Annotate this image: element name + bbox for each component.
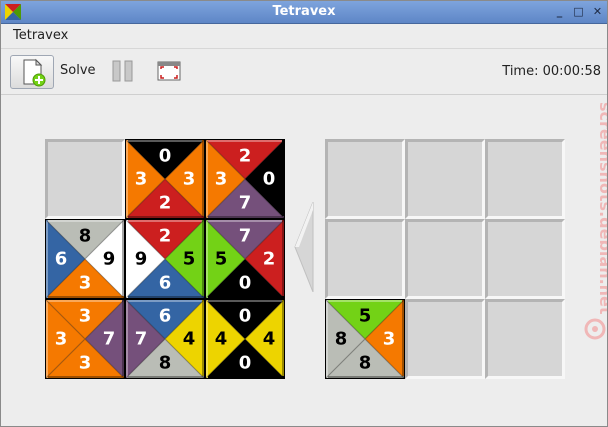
tile-number-w: 7 <box>135 329 148 350</box>
tile-number-n: 8 <box>79 226 92 247</box>
tray-empty-slot[interactable] <box>405 299 485 379</box>
watermark-text: screenshots.debian.net <box>596 102 607 315</box>
board-tile[interactable]: 0323 <box>125 139 205 219</box>
tile-number-w: 4 <box>215 329 228 350</box>
close-icon[interactable]: ✕ <box>591 5 604 19</box>
board-tile[interactable]: 3733 <box>45 299 125 379</box>
tile-number-s: 0 <box>239 273 252 294</box>
tile-number-n: 0 <box>239 306 252 327</box>
tile-tray: 5388 <box>325 139 565 379</box>
elapsed-time: Time: 00:00:58 <box>502 64 601 79</box>
tray-empty-slot[interactable] <box>325 139 405 219</box>
board-tile[interactable]: 6487 <box>125 299 205 379</box>
puzzle-board: 03232073893625697205373364870404 <box>45 139 285 379</box>
tile-number-w: 3 <box>215 169 228 190</box>
tile-number-e: 9 <box>103 249 116 270</box>
tile-number-e: 7 <box>103 329 116 350</box>
board-tile[interactable]: 7205 <box>205 219 285 299</box>
title-bar: Tetravex _ □ ✕ <box>1 1 607 24</box>
toolbar: Solve Time: 00:00:58 <box>1 48 607 95</box>
tray-empty-slot[interactable] <box>485 139 565 219</box>
maximize-icon[interactable]: □ <box>572 5 585 19</box>
tetravex-window: Tetravex _ □ ✕ Tetravex Solve Time: 00:0… <box>0 0 608 427</box>
tray-empty-slot[interactable] <box>485 219 565 299</box>
tile-number-n: 7 <box>239 226 252 247</box>
tile-number-s: 0 <box>239 353 252 374</box>
tile-number-w: 3 <box>55 329 68 350</box>
tile-number-n: 2 <box>239 146 252 167</box>
tile-number-w: 3 <box>135 169 148 190</box>
tile-number-s: 6 <box>159 273 172 294</box>
fullscreen-icon <box>157 61 181 81</box>
new-game-button[interactable] <box>10 55 54 89</box>
tray-empty-slot[interactable] <box>405 219 485 299</box>
window-title: Tetravex <box>272 4 336 19</box>
tile-number-e: 4 <box>183 329 196 350</box>
tray-empty-slot[interactable] <box>485 299 565 379</box>
tile-number-n: 3 <box>79 306 92 327</box>
solve-button[interactable]: Solve <box>60 63 96 78</box>
tile-number-e: 3 <box>383 329 396 350</box>
tile-number-w: 6 <box>55 249 68 270</box>
tray-empty-slot[interactable] <box>325 219 405 299</box>
tile-number-n: 2 <box>159 226 172 247</box>
board-tile[interactable]: 2569 <box>125 219 205 299</box>
tile-number-s: 8 <box>359 353 372 374</box>
tile-number-w: 9 <box>135 249 148 270</box>
tile-number-s: 2 <box>159 193 172 214</box>
tile-number-e: 3 <box>183 169 196 190</box>
tray-empty-slot[interactable] <box>405 139 485 219</box>
minimize-icon[interactable]: _ <box>553 5 566 19</box>
menu-bar: Tetravex <box>1 24 607 48</box>
tile-number-e: 0 <box>263 169 276 190</box>
tile-number-w: 5 <box>215 249 228 270</box>
board-tile[interactable]: 0404 <box>205 299 285 379</box>
tile-number-n: 6 <box>159 306 172 327</box>
pause-icon <box>112 60 133 82</box>
tile-number-s: 3 <box>79 273 92 294</box>
new-game-icon <box>23 58 46 87</box>
tile-number-s: 8 <box>159 353 172 374</box>
fullscreen-button[interactable] <box>157 61 181 81</box>
tile-number-w: 8 <box>335 329 348 350</box>
tile-number-s: 3 <box>79 353 92 374</box>
tile-number-e: 4 <box>263 329 276 350</box>
tile-number-e: 5 <box>183 249 196 270</box>
tile-number-s: 7 <box>239 193 252 214</box>
board-tile[interactable]: 2073 <box>205 139 285 219</box>
tile-number-n: 0 <box>159 146 172 167</box>
board-tile[interactable]: 8936 <box>45 219 125 299</box>
tile-number-e: 2 <box>263 249 276 270</box>
tile-number-n: 5 <box>359 306 372 327</box>
board-empty-slot[interactable] <box>45 139 125 219</box>
menu-tetravex[interactable]: Tetravex <box>13 28 68 43</box>
move-left-arrow-icon[interactable] <box>293 202 317 292</box>
pause-button[interactable] <box>111 60 135 82</box>
tray-tile[interactable]: 5388 <box>325 299 405 379</box>
watermark: screenshots.debian.net <box>583 97 607 347</box>
